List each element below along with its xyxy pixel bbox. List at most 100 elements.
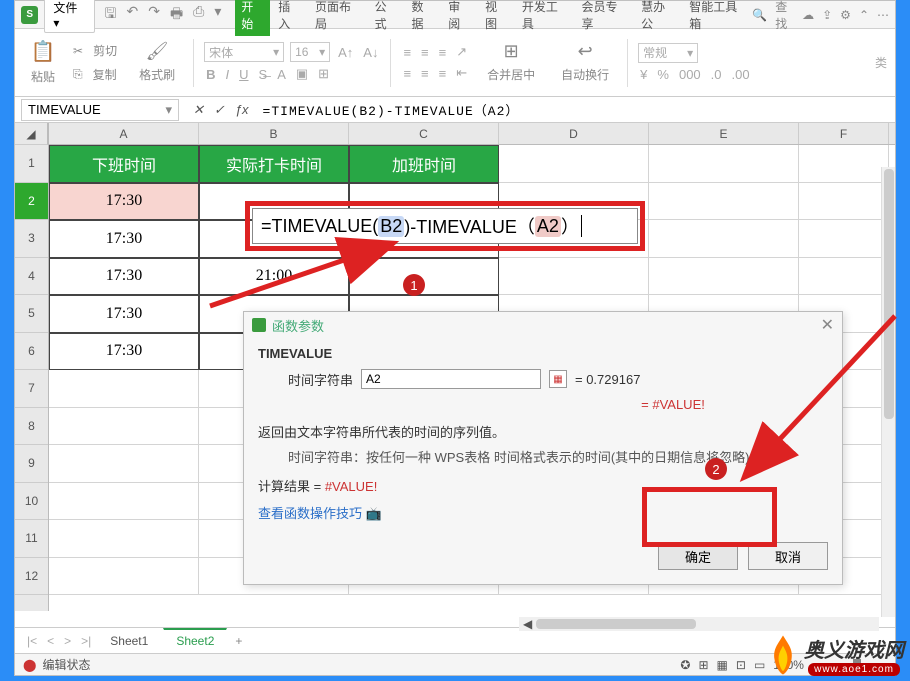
- col-header[interactable]: A: [49, 123, 199, 144]
- fill-color-icon[interactable]: ▣: [294, 65, 310, 83]
- comma-icon[interactable]: 000: [677, 66, 703, 83]
- font-color-icon[interactable]: A: [275, 66, 288, 83]
- percent-icon[interactable]: %: [655, 66, 671, 83]
- orient-icon[interactable]: ↗: [454, 43, 469, 61]
- row-header[interactable]: 7: [15, 370, 48, 408]
- col-header[interactable]: F: [799, 123, 889, 144]
- col-header[interactable]: D: [499, 123, 649, 144]
- tab-nav-prev[interactable]: <: [43, 632, 58, 650]
- row-header[interactable]: 12: [15, 558, 48, 596]
- sheet-tab-1[interactable]: Sheet1: [97, 629, 161, 653]
- cell[interactable]: 实际打卡时间: [199, 145, 349, 183]
- align-center-icon[interactable]: ≡: [419, 65, 431, 82]
- more-right-icon[interactable]: ⋯: [877, 8, 889, 22]
- print-icon[interactable]: 🖶: [170, 3, 183, 27]
- preview-icon[interactable]: ⎙: [193, 3, 204, 27]
- row-header[interactable]: 11: [15, 520, 48, 558]
- format-painter-button[interactable]: 格式刷: [135, 64, 179, 85]
- undo-icon[interactable]: ↶: [126, 3, 138, 27]
- row-header[interactable]: 2: [15, 183, 48, 221]
- cloud-icon[interactable]: ☁: [802, 8, 814, 22]
- close-icon[interactable]: ✕: [821, 315, 834, 335]
- cell-edit-overlay[interactable]: =TIMEVALUE(B2)-TIMEVALUE（A2）: [252, 208, 638, 244]
- strike-icon[interactable]: S̶: [257, 66, 270, 83]
- cell[interactable]: [499, 145, 649, 183]
- settings-icon[interactable]: ⚙: [840, 8, 851, 22]
- more-icon[interactable]: ▾: [214, 3, 221, 27]
- cell[interactable]: 17:30: [49, 220, 199, 258]
- italic-icon[interactable]: I: [224, 66, 232, 83]
- search-icon[interactable]: 🔍: [752, 8, 767, 22]
- cancel-formula-icon[interactable]: ✕: [193, 102, 204, 118]
- tab-nav-first[interactable]: |<: [23, 632, 41, 650]
- cell[interactable]: 17:30: [49, 333, 199, 371]
- paste-button[interactable]: 粘贴: [27, 66, 59, 87]
- tab-start[interactable]: 开始: [235, 0, 270, 36]
- row-header[interactable]: 10: [15, 483, 48, 521]
- view-read-icon[interactable]: ▭: [754, 658, 765, 672]
- border-icon[interactable]: ⊞: [316, 65, 331, 83]
- cell[interactable]: [649, 258, 799, 296]
- row-header[interactable]: 9: [15, 445, 48, 483]
- tab-view[interactable]: 视图: [479, 0, 514, 36]
- row-header[interactable]: 6: [15, 333, 48, 371]
- sheet-tab-2[interactable]: Sheet2: [163, 628, 227, 653]
- align-right-icon[interactable]: ≡: [437, 65, 449, 82]
- row-header[interactable]: 8: [15, 408, 48, 446]
- share-icon[interactable]: ⇪: [822, 8, 832, 22]
- currency-icon[interactable]: ¥: [638, 66, 649, 83]
- help-icon[interactable]: 📺: [366, 506, 382, 521]
- accept-formula-icon[interactable]: ✓: [214, 102, 225, 118]
- tab-ai[interactable]: 智能工具箱: [683, 0, 752, 36]
- cell[interactable]: 17:30: [49, 258, 199, 296]
- search-label[interactable]: 查找: [775, 0, 794, 32]
- tab-review[interactable]: 审阅: [442, 0, 477, 36]
- col-header[interactable]: B: [199, 123, 349, 144]
- cell[interactable]: [799, 258, 889, 296]
- tab-nav-last[interactable]: >|: [77, 632, 95, 650]
- cut-button[interactable]: 剪切: [89, 40, 121, 61]
- row-header[interactable]: 1: [15, 145, 48, 183]
- tab-layout[interactable]: 页面布局: [309, 0, 367, 36]
- col-header[interactable]: E: [649, 123, 799, 144]
- view-normal-icon[interactable]: ⊞: [698, 658, 708, 672]
- help-link[interactable]: 查看函数操作技巧: [258, 506, 362, 521]
- font-name-select[interactable]: 宋体▾: [204, 42, 284, 62]
- decrease-font-icon[interactable]: A↓: [361, 44, 380, 61]
- fx-icon[interactable]: ƒx: [235, 102, 249, 118]
- cell[interactable]: [799, 183, 889, 221]
- tab-insert[interactable]: 插入: [272, 0, 307, 36]
- tab-data[interactable]: 数据: [405, 0, 440, 36]
- dec-dec-icon[interactable]: .00: [730, 66, 752, 83]
- font-size-select[interactable]: 16▾: [290, 42, 330, 62]
- redo-icon[interactable]: ↷: [148, 3, 160, 27]
- select-all-corner[interactable]: ◢: [15, 123, 48, 145]
- cell[interactable]: [499, 258, 649, 296]
- vertical-scrollbar[interactable]: [881, 167, 895, 617]
- row-header[interactable]: 5: [15, 295, 48, 333]
- tab-dev[interactable]: 开发工具: [516, 0, 574, 36]
- collapse-icon[interactable]: ⌃: [859, 8, 869, 22]
- tab-nav-next[interactable]: >: [60, 632, 75, 650]
- param-input[interactable]: [361, 369, 541, 389]
- underline-icon[interactable]: U: [237, 66, 250, 83]
- indent-icon[interactable]: ⇤: [454, 64, 469, 82]
- tab-formula[interactable]: 公式: [369, 0, 404, 36]
- add-sheet-button[interactable]: +: [229, 632, 248, 650]
- assist-icon[interactable]: ✪: [680, 658, 690, 672]
- align-top-icon[interactable]: ≡: [401, 44, 413, 61]
- bold-icon[interactable]: B: [204, 66, 217, 83]
- view-page-icon[interactable]: ▦: [717, 658, 728, 672]
- formula-input[interactable]: =TIMEVALUE(B2)-TIMEVALUE（A2）: [257, 100, 895, 119]
- row-header[interactable]: 3: [15, 220, 48, 258]
- tab-hui[interactable]: 慧办公: [635, 0, 681, 36]
- wrap-button[interactable]: 自动换行: [557, 64, 613, 85]
- merge-button[interactable]: 合并居中: [483, 64, 539, 85]
- ribbon-overflow[interactable]: 类: [875, 54, 887, 71]
- cell[interactable]: 下班时间: [49, 145, 199, 183]
- view-break-icon[interactable]: ⊡: [736, 658, 746, 672]
- tab-member[interactable]: 会员专享: [575, 0, 633, 36]
- dec-inc-icon[interactable]: .0: [709, 66, 724, 83]
- align-bot-icon[interactable]: ≡: [437, 44, 449, 61]
- col-header[interactable]: C: [349, 123, 499, 144]
